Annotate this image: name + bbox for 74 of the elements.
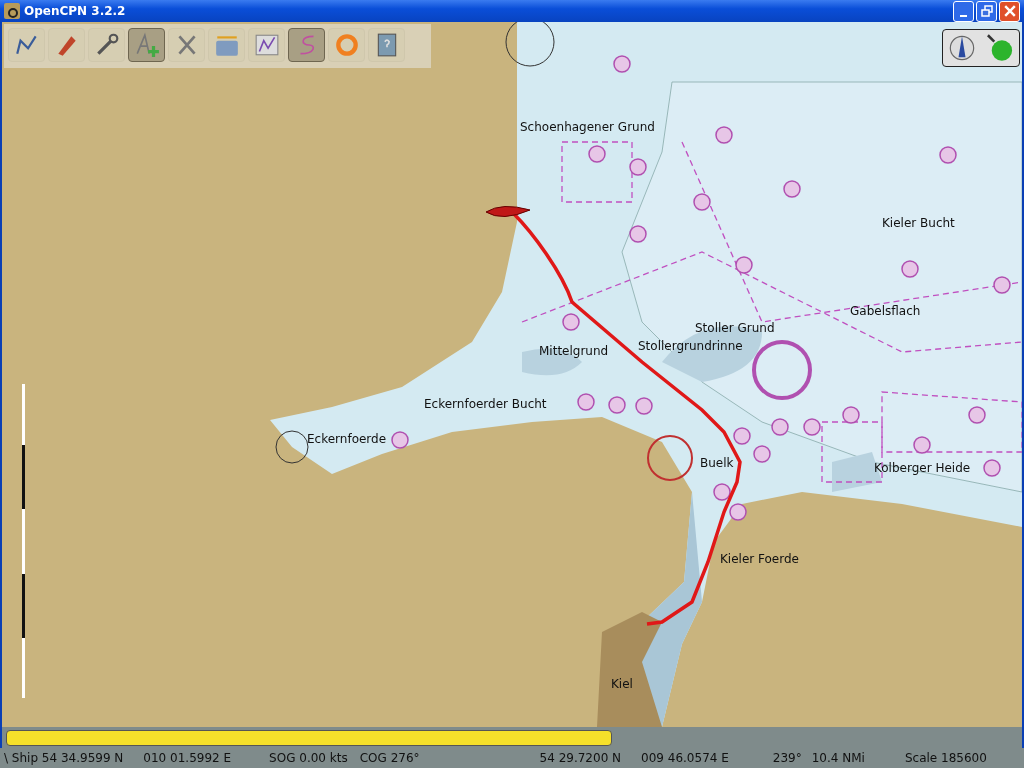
light-sector-circle — [647, 435, 693, 481]
hazard-symbol — [753, 445, 771, 463]
hazard-symbol — [993, 276, 1011, 294]
place-label: Eckernfoerder Bucht — [424, 397, 547, 411]
hazard-symbol — [629, 158, 647, 176]
light-sector-circle — [275, 430, 309, 464]
place-label: Stollergrundrinne — [638, 339, 743, 353]
status-text: 009 46.0574 E — [641, 751, 729, 765]
hazard-symbol — [735, 256, 753, 274]
hazard-symbol — [693, 193, 711, 211]
hazard-symbol — [783, 180, 801, 198]
place-label: Eckernfoerde — [307, 432, 387, 446]
restore-icon — [980, 5, 993, 17]
minimize-icon — [960, 14, 967, 17]
ship-icon[interactable] — [485, 205, 531, 217]
place-label: Kolberger Heide — [874, 461, 971, 475]
hazard-symbol — [729, 503, 747, 521]
text-tool-button[interactable] — [128, 28, 165, 62]
place-label: Kieler Foerde — [720, 552, 799, 566]
status-text: 239° — [772, 751, 802, 765]
chart-bar[interactable] — [6, 729, 612, 746]
close-icon — [1003, 5, 1016, 17]
place-label: Stoller Grund — [695, 321, 775, 335]
status-text: 010 01.5992 E — [143, 751, 232, 765]
hazard-symbol — [588, 145, 606, 163]
help-tool-button[interactable] — [368, 28, 405, 62]
status-text: 54 29.7200 N — [539, 751, 622, 765]
hazard-symbol — [983, 459, 1001, 477]
place-label: Kiel — [611, 677, 633, 691]
route-list-icon — [253, 32, 280, 58]
track-tool-button[interactable] — [288, 28, 325, 62]
hazard-symbol — [713, 483, 731, 501]
place-label: Buelk — [700, 456, 734, 470]
light-sector-circle — [752, 340, 812, 400]
compass-icon — [948, 34, 976, 62]
hazard-symbol — [613, 55, 631, 73]
hazard-symbol — [391, 431, 409, 449]
status-text: 10.4 NMi — [811, 751, 865, 765]
route-tool-button[interactable] — [8, 28, 45, 62]
hazard-symbol — [608, 396, 626, 414]
hazard-symbol — [577, 393, 595, 411]
hazard-symbol — [771, 418, 789, 436]
compass-panel[interactable] — [942, 29, 1020, 67]
status-text: COG 276° — [359, 751, 420, 765]
hazard-symbol — [733, 427, 751, 445]
status-text: Scale 185600 — [904, 751, 987, 765]
status-text: \ Ship 54 34.9599 N — [4, 751, 124, 765]
restore-button[interactable] — [976, 0, 997, 22]
hazard-symbol — [842, 406, 860, 424]
hazard-symbol — [901, 260, 919, 278]
close-button[interactable] — [999, 0, 1020, 22]
settings-tool-button[interactable] — [88, 28, 125, 62]
hazard-symbol — [562, 313, 580, 331]
minimize-button[interactable] — [953, 0, 974, 22]
place-label: Kieler Bucht — [882, 216, 955, 230]
hazard-symbol — [913, 436, 931, 454]
hazard-symbol — [968, 406, 986, 424]
gps-status-icon — [986, 34, 1014, 62]
lifebuoy-icon — [333, 32, 360, 58]
hazard-symbol — [939, 146, 957, 164]
hazard-symbol — [803, 418, 821, 436]
app-icon — [4, 3, 20, 19]
follow-tool-button[interactable] — [48, 28, 85, 62]
place-label: Gabelsflach — [850, 304, 921, 318]
hazard-symbol — [629, 225, 647, 243]
route-manager-tool-button[interactable] — [248, 28, 285, 62]
window-title: OpenCPN 3.2.2 — [24, 4, 127, 18]
status-text: SOG 0.00 kts — [269, 751, 348, 765]
place-label: Schoenhagener Grund — [520, 120, 655, 134]
ais-tool-button[interactable] — [168, 28, 205, 62]
chart-background[interactable]: Schoenhagener Grund Kieler Bucht Gabelsflach Stoller Grund Mittelgrund Stollergrundrinne Eckernfoerder Bucht Eckernfoerde Buelk Kolberger Heide Kieler Foerde Kiel — [2, 22, 1022, 727]
hazard-symbol — [635, 397, 653, 415]
place-label: Mittelgrund — [539, 344, 609, 358]
hazard-symbol — [715, 126, 733, 144]
